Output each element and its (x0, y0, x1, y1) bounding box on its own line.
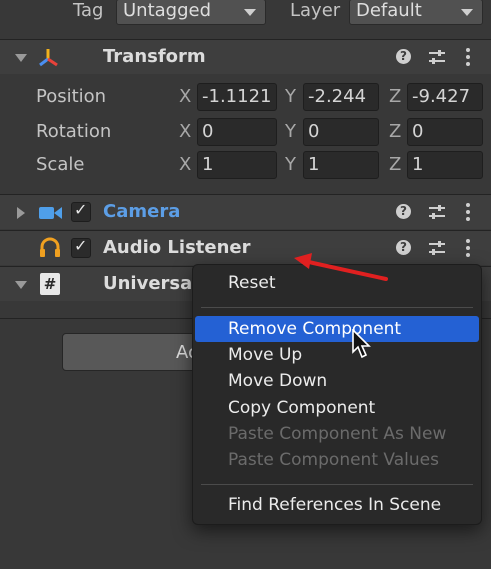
chevron-down-icon (244, 9, 256, 16)
camera-enabled-checkbox[interactable]: ✓ (71, 200, 91, 222)
tag-layer-row: Tag Untagged Layer Default (0, 0, 491, 30)
sliders-icon[interactable] (428, 204, 446, 220)
sliders-icon[interactable] (428, 49, 446, 65)
menu-item-reset[interactable]: Reset (228, 273, 276, 293)
tag-value: Untagged (123, 0, 212, 21)
rotation-y-field[interactable]: 0 (303, 118, 379, 146)
kebab-menu-icon[interactable] (466, 239, 470, 260)
mouse-pointer-icon (352, 329, 371, 359)
transform-axes-icon (39, 49, 58, 67)
kebab-menu-icon[interactable] (466, 203, 470, 224)
axis-label: Y (285, 121, 296, 142)
menu-item-move-down[interactable]: Move Down (228, 371, 327, 391)
rotation-z-field[interactable]: 0 (407, 118, 483, 146)
transform-header[interactable]: Transform ? (0, 40, 491, 74)
axis-label: X (179, 86, 192, 107)
kebab-menu-icon[interactable] (466, 48, 470, 69)
axis-label: Y (285, 154, 296, 175)
audio-listener-enabled-checkbox[interactable]: ✓ (71, 236, 91, 258)
position-y-field[interactable]: -2.244 (303, 83, 379, 111)
chevron-down-icon (461, 9, 473, 16)
context-menu: Reset Remove Component Move Up Move Down… (192, 264, 482, 525)
axis-label: X (179, 154, 192, 175)
axis-label: Z (389, 121, 402, 142)
foldout-arrow-icon[interactable] (15, 281, 27, 289)
position-z-field[interactable]: -9.427 (407, 83, 483, 111)
property-label: Position (36, 86, 107, 107)
help-icon[interactable]: ? (396, 240, 411, 255)
transform-position-row: Position X -1.1121 Y -2.244 Z -9.427 (0, 83, 491, 113)
audio-listener-title: Audio Listener (103, 237, 251, 258)
menu-item-remove-component[interactable]: Remove Component (228, 319, 401, 339)
layer-label: Layer (290, 0, 341, 21)
menu-separator (201, 307, 473, 308)
axis-label: Z (389, 86, 402, 107)
scale-z-field[interactable]: 1 (407, 151, 483, 179)
foldout-arrow-icon[interactable] (15, 54, 27, 62)
hash-script-icon: # (40, 273, 60, 295)
transform-scale-row: Scale X 1 Y 1 Z 1 (0, 151, 491, 181)
transform-rotation-row: Rotation X 0 Y 0 Z 0 (0, 118, 491, 148)
menu-item-copy-component[interactable]: Copy Component (228, 398, 375, 418)
scale-x-field[interactable]: 1 (197, 151, 277, 179)
layer-dropdown[interactable]: Default (349, 0, 483, 25)
help-icon[interactable]: ? (396, 204, 411, 219)
menu-item-find-references[interactable]: Find References In Scene (228, 495, 441, 515)
foldout-arrow-icon[interactable] (17, 207, 25, 219)
layer-value: Default (356, 0, 422, 21)
sliders-icon[interactable] (428, 240, 446, 256)
headphones-icon (40, 237, 60, 257)
camera-header[interactable]: ✓ Camera ? (0, 195, 491, 229)
tag-label: Tag (73, 0, 104, 21)
axis-label: Y (285, 86, 296, 107)
menu-item-move-up[interactable]: Move Up (228, 345, 302, 365)
position-x-field[interactable]: -1.1121 (197, 83, 277, 111)
audio-listener-header[interactable]: ✓ Audio Listener ? (0, 231, 491, 265)
tag-dropdown[interactable]: Untagged (116, 0, 266, 25)
help-icon[interactable]: ? (396, 49, 411, 64)
menu-item-paste-component-values: Paste Component Values (228, 450, 439, 470)
property-label: Rotation (36, 121, 112, 142)
universal-title: Universal (103, 273, 199, 294)
rotation-x-field[interactable]: 0 (197, 118, 277, 146)
video-camera-icon (39, 207, 62, 219)
property-label: Scale (36, 154, 85, 175)
axis-label: X (179, 121, 192, 142)
menu-separator (201, 484, 473, 485)
axis-label: Z (389, 154, 402, 175)
menu-item-paste-component-as-new: Paste Component As New (228, 424, 447, 444)
annotation-arrow-icon (294, 253, 388, 281)
scale-y-field[interactable]: 1 (303, 151, 379, 179)
camera-title: Camera (103, 201, 181, 222)
transform-title: Transform (103, 46, 206, 67)
